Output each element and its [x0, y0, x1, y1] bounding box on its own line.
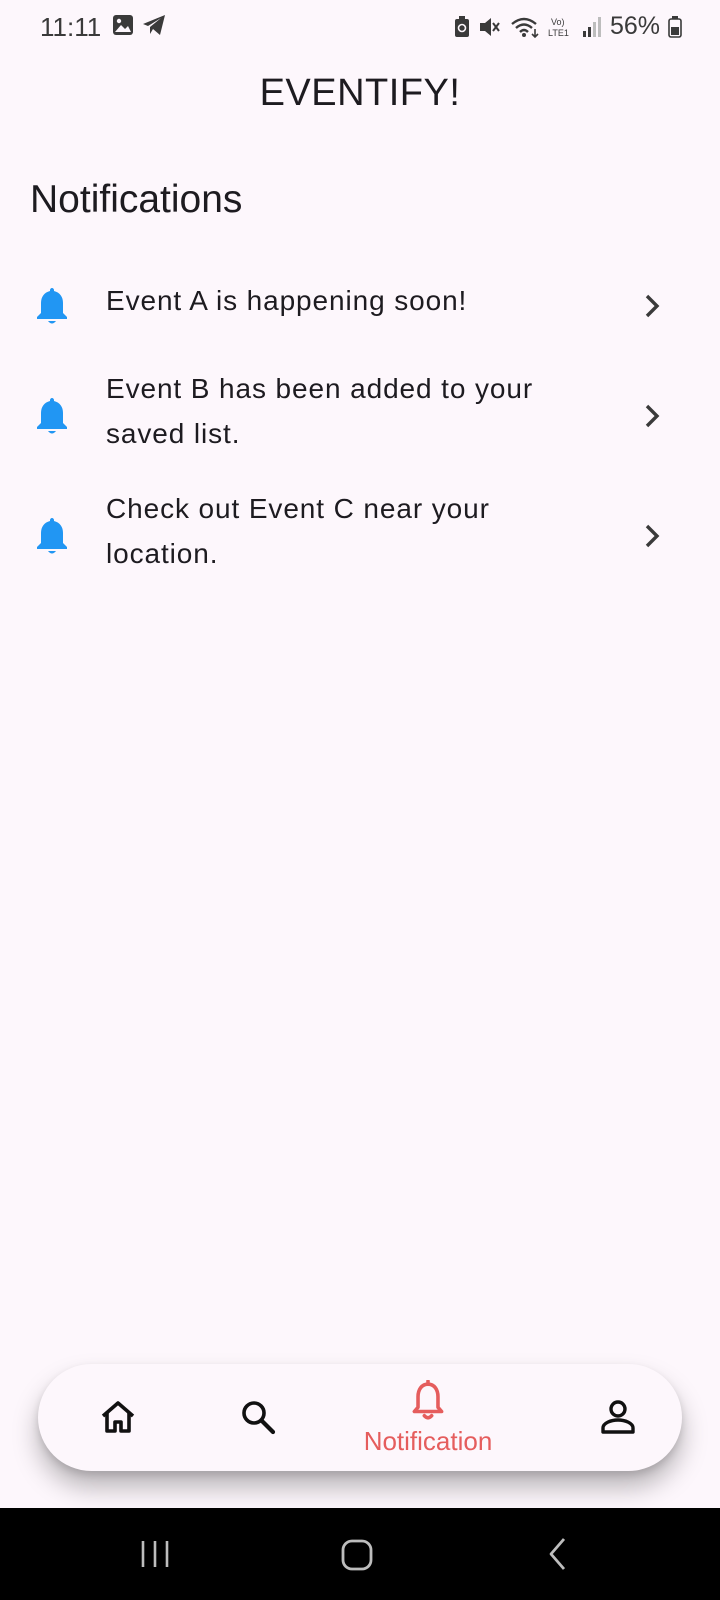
person-icon: [601, 1400, 635, 1434]
home-button-icon[interactable]: [340, 1538, 374, 1572]
battery-percent: 56%: [609, 12, 660, 40]
status-bar: 11:11 Vo) LTE1 56%: [0, 0, 720, 52]
chevron-right-icon: [645, 404, 660, 428]
telegram-icon: [143, 15, 165, 35]
battery-icon: [668, 15, 682, 38]
gallery-icon: [113, 15, 133, 35]
notification-item[interactable]: Event B has been added to your saved lis…: [0, 360, 720, 472]
app-title: EVENTIFY!: [259, 72, 461, 114]
wifi-icon: [511, 17, 539, 38]
recent-apps-icon[interactable]: [138, 1538, 172, 1570]
svg-text:Vo): Vo): [551, 17, 565, 27]
status-time: 11:11: [40, 12, 102, 42]
battery-saver-icon: [454, 15, 469, 37]
nav-profile[interactable]: [588, 1364, 648, 1471]
nav-home[interactable]: [88, 1364, 148, 1471]
notification-text: Event A is happening soon!: [106, 285, 468, 316]
svg-text:LTE1: LTE1: [548, 28, 569, 38]
bell-icon: [37, 288, 67, 324]
nav-notification-label: Notification: [363, 1426, 493, 1456]
mute-icon: [479, 17, 500, 36]
back-icon[interactable]: [546, 1536, 570, 1572]
notifications-heading: Notifications: [30, 178, 243, 221]
bell-icon: [37, 518, 67, 554]
signal-icon: [582, 16, 601, 37]
nav-search[interactable]: [228, 1364, 288, 1471]
bell-icon: [37, 398, 67, 434]
notification-text: Event B has been added to your saved lis…: [106, 373, 534, 449]
search-icon: [242, 1401, 276, 1435]
notification-text: Check out Event C near your location.: [106, 493, 490, 569]
home-icon: [101, 1401, 135, 1433]
bell-icon: [412, 1380, 444, 1420]
bottom-navigation: Notification: [38, 1364, 682, 1471]
notification-item[interactable]: Check out Event C near your location.: [0, 480, 720, 592]
chevron-right-icon: [645, 294, 660, 318]
system-navigation-bar: [0, 1508, 720, 1600]
chevron-right-icon: [645, 524, 660, 548]
nav-notification[interactable]: Notification: [338, 1364, 518, 1471]
volte-icon: Vo) LTE1: [548, 17, 569, 38]
notification-item[interactable]: Event A is happening soon!: [0, 256, 720, 356]
